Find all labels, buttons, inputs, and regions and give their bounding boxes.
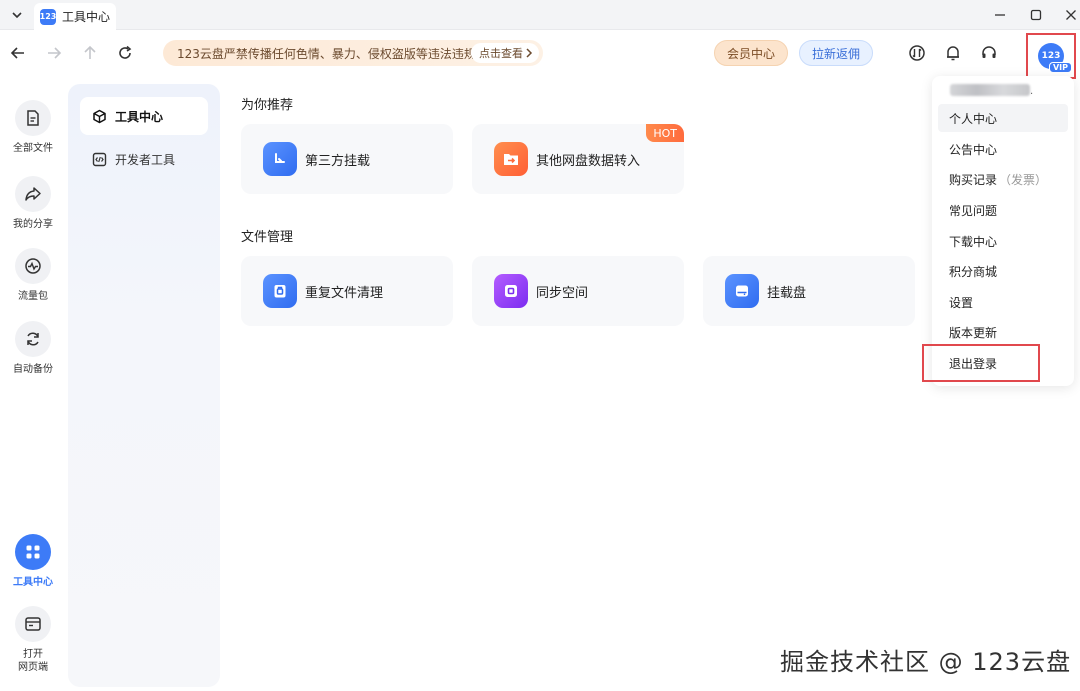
section-title-recommend: 为你推荐 xyxy=(241,98,294,113)
mount-link-icon xyxy=(263,142,297,176)
menu-item-version-update[interactable]: 版本更新 xyxy=(938,318,1068,346)
nav-label-open-web-1: 打开 xyxy=(23,649,43,660)
notice-text: 123云盘严禁传播任何色情、暴力、侵权盗版等违法违规内容 xyxy=(177,46,500,61)
menu-item-settings[interactable]: 设置 xyxy=(938,288,1068,316)
menu-item-points-mall[interactable]: 积分商城 xyxy=(938,257,1068,285)
sync-icon xyxy=(15,321,51,357)
cube-icon xyxy=(93,109,106,123)
avatar-button[interactable]: 123 VIP xyxy=(1026,33,1076,79)
app-logo-icon: 123 xyxy=(40,8,56,25)
menu-item-announcements[interactable]: 公告中心 xyxy=(938,135,1068,163)
up-button[interactable] xyxy=(78,41,102,65)
card-third-party-mount[interactable]: 第三方挂载 xyxy=(241,124,453,194)
card-label: 挂载盘 xyxy=(767,285,807,301)
transfer-icon[interactable] xyxy=(905,41,929,65)
nav-label-all-files: 全部文件 xyxy=(13,143,53,154)
disk-icon xyxy=(725,274,759,308)
menu-item-purchase-records[interactable]: 购买记录 （发票） xyxy=(938,165,1068,193)
watermark: 掘金技术社区 @ 123云盘 xyxy=(780,648,1072,676)
card-duplicate-cleanup[interactable]: 重复文件清理 xyxy=(241,256,453,326)
invoice-hint: （发票） xyxy=(999,172,1048,187)
username-blurred xyxy=(950,84,1030,96)
hot-badge: HOT xyxy=(646,124,684,142)
vip-badge: VIP xyxy=(1048,62,1072,73)
grid-icon xyxy=(15,534,51,570)
nav-item-open-web[interactable]: 打开 网页端 xyxy=(0,606,66,674)
file-icon xyxy=(15,100,51,136)
card-label: 重复文件清理 xyxy=(305,285,384,301)
share-icon xyxy=(15,176,51,212)
title-bar: 123 工具中心 xyxy=(0,0,1080,30)
menu-item-personal-center[interactable]: 个人中心 xyxy=(938,104,1068,132)
nav-item-auto-backup[interactable]: 自动备份 xyxy=(0,321,66,376)
tab-title: 工具中心 xyxy=(62,10,111,24)
avatar-text: 123 xyxy=(1041,51,1061,61)
sync-space-icon xyxy=(494,274,528,308)
panel-item-tool-center[interactable]: 工具中心 xyxy=(80,97,208,135)
folder-import-icon xyxy=(494,142,528,176)
back-button[interactable] xyxy=(6,41,30,65)
nav-label-open-web-2: 网页端 xyxy=(18,662,48,673)
card-mount-disk[interactable]: 挂载盘 xyxy=(703,256,915,326)
menu-item-faq[interactable]: 常见问题 xyxy=(938,196,1068,224)
invite-rebate-button[interactable]: 拉新返佣 xyxy=(799,40,873,66)
menu-item-download-center[interactable]: 下载中心 xyxy=(938,227,1068,255)
username-suffix: . xyxy=(1030,86,1034,97)
trash-icon xyxy=(263,274,297,308)
tab-list-chevron-icon[interactable] xyxy=(8,6,26,24)
tool-category-panel: 工具中心 开发者工具 xyxy=(68,84,220,687)
notice-banner: 123云盘严禁传播任何色情、暴力、侵权盗版等违法违规内容 点击查看 xyxy=(163,40,543,66)
panel-item-label: 工具中心 xyxy=(115,109,164,124)
section-title-file-management: 文件管理 xyxy=(241,230,294,245)
bell-icon[interactable] xyxy=(941,41,965,65)
close-button[interactable] xyxy=(1060,4,1080,26)
panel-item-developer-tools[interactable]: 开发者工具 xyxy=(80,140,208,178)
nav-bar: 123云盘严禁传播任何色情、暴力、侵权盗版等违法违规内容 点击查看 会员中心 拉… xyxy=(0,30,1080,76)
forward-button[interactable] xyxy=(42,41,66,65)
card-label: 同步空间 xyxy=(536,285,589,301)
browser-icon xyxy=(15,606,51,642)
card-other-drive-import[interactable]: 其他网盘数据转入 HOT xyxy=(472,124,684,194)
member-center-button[interactable]: 会员中心 xyxy=(714,40,788,66)
nav-label-tool-center: 工具中心 xyxy=(13,577,53,588)
code-icon xyxy=(92,152,107,166)
logout-highlight-box xyxy=(922,344,1040,382)
nav-label-auto-backup: 自动备份 xyxy=(13,364,53,375)
traffic-icon xyxy=(15,248,51,284)
nav-item-tool-center[interactable]: 工具中心 xyxy=(0,534,66,589)
avatar: 123 VIP xyxy=(1038,43,1072,73)
card-label: 其他网盘数据转入 xyxy=(536,153,641,169)
chevron-right-icon xyxy=(526,48,533,58)
nav-item-my-share[interactable]: 我的分享 xyxy=(0,176,66,231)
refresh-button[interactable] xyxy=(113,41,137,65)
card-sync-space[interactable]: 同步空间 xyxy=(472,256,684,326)
tab-tool-center[interactable]: 123 工具中心 xyxy=(34,3,116,30)
nav-label-my-share: 我的分享 xyxy=(13,219,53,230)
nav-item-traffic[interactable]: 流量包 xyxy=(0,248,66,303)
notice-link-label: 点击查看 xyxy=(479,47,523,60)
headset-icon[interactable] xyxy=(977,41,1001,65)
nav-label-traffic: 流量包 xyxy=(18,291,48,302)
panel-item-label: 开发者工具 xyxy=(115,152,176,167)
maximize-button[interactable] xyxy=(1025,4,1047,26)
card-label: 第三方挂载 xyxy=(305,153,371,169)
left-navigation: 全部文件 我的分享 流量包 自动备份 工具中心 打开 网页端 xyxy=(0,76,66,691)
user-dropdown-menu: . 个人中心 公告中心 购买记录 （发票） 常见问题 下载中心 积分商城 设置 版… xyxy=(932,76,1074,386)
minimize-button[interactable] xyxy=(989,4,1011,26)
notice-view-link[interactable]: 点击查看 xyxy=(471,43,539,63)
nav-item-all-files[interactable]: 全部文件 xyxy=(0,100,66,155)
